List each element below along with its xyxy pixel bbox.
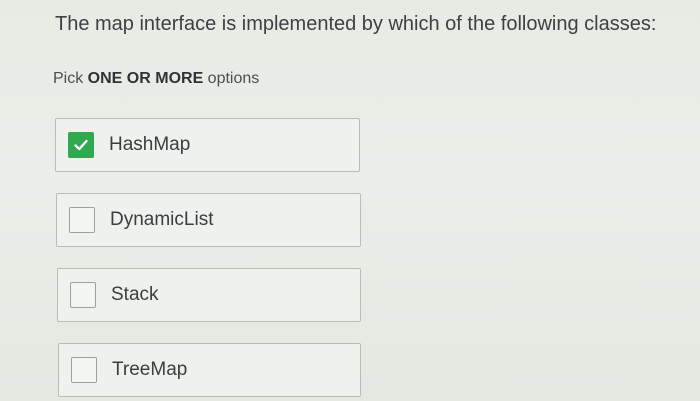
instruction-suffix: options xyxy=(203,70,260,87)
option-checkbox[interactable] xyxy=(68,132,94,158)
option-label: Stack xyxy=(111,284,159,305)
option-dynamiclist[interactable]: DynamicList xyxy=(56,193,361,247)
checkmark-icon xyxy=(74,139,88,151)
question-text: The map interface is implemented by whic… xyxy=(55,13,657,35)
option-label: TreeMap xyxy=(112,359,188,380)
option-label: DynamicList xyxy=(110,209,214,230)
option-treemap[interactable]: TreeMap xyxy=(58,343,361,397)
option-checkbox[interactable] xyxy=(69,207,95,233)
instruction-text: Pick ONE OR MORE options xyxy=(53,68,259,90)
option-hashmap[interactable]: HashMap xyxy=(55,118,360,172)
option-stack[interactable]: Stack xyxy=(57,268,361,322)
question-page: The map interface is implemented by whic… xyxy=(0,0,700,401)
option-checkbox[interactable] xyxy=(71,357,97,383)
instruction-prefix: Pick xyxy=(53,70,88,87)
instruction-emphasis: ONE OR MORE xyxy=(87,70,204,87)
option-label: HashMap xyxy=(109,134,191,155)
option-checkbox[interactable] xyxy=(70,282,96,308)
